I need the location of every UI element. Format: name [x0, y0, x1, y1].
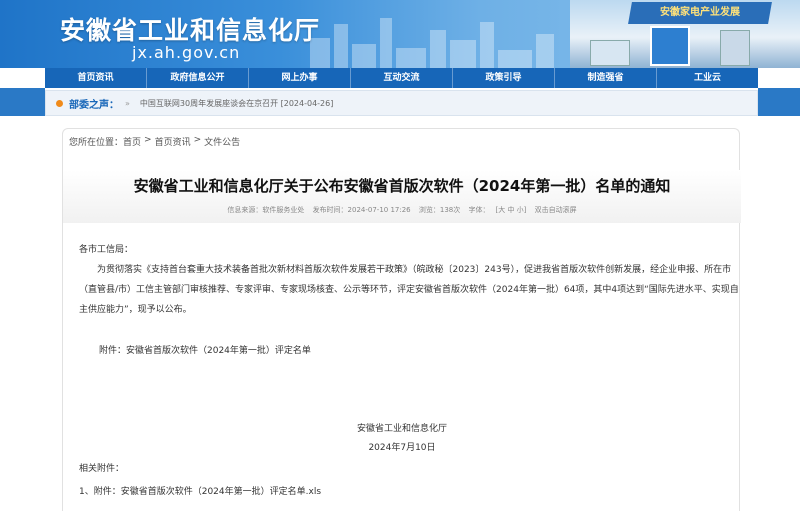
header-banner: 安徽家电产业发展 安徽省工业和信息化厅 jx.ah.gov.cn — [0, 0, 800, 68]
expo-sign: 安徽家电产业发展 — [628, 2, 772, 24]
article-paragraph: 为贯彻落实《支持首台套重大技术装备首批次新材料首版次软件发展若干政策》（皖政秘〔… — [79, 265, 739, 315]
salutation: 各市工信局： — [79, 245, 134, 255]
nav-item-manufacturing[interactable]: 制造强省 — [555, 68, 657, 88]
breadcrumb-prefix: 您所在位置： — [69, 138, 124, 148]
side-strip-left — [0, 88, 45, 116]
expo-photo: 安徽家电产业发展 — [570, 0, 800, 68]
article-meta: 信息来源：软件服务业处 发布时间：2024-07-10 17:26 浏览：138… — [63, 205, 741, 215]
breadcrumb-home[interactable]: 首页 — [123, 135, 141, 148]
meta-views: 浏览：138次 — [418, 206, 461, 214]
breadcrumb: 您所在位置： 首页 > 首页资讯 > 文件公告 — [69, 135, 240, 148]
breadcrumb-news[interactable]: 首页资讯 — [155, 135, 191, 148]
meta-date: 发布时间：2024-07-10 17:26 — [312, 206, 411, 214]
chevron-right-icon: > — [193, 135, 202, 145]
related-attachments-label: 相关附件： — [79, 464, 125, 474]
font-size-switcher[interactable]: [大 中 小] — [496, 206, 527, 214]
ticker-news-link[interactable]: 中国互联网30周年发展座谈会在京召开 [2024-04-26] — [140, 98, 333, 109]
auto-scroll-toggle[interactable]: 双击自动滚屏 — [535, 206, 577, 214]
double-arrow-icon: » — [125, 98, 130, 108]
bullet-icon — [56, 99, 63, 107]
page-title: 安徽省工业和信息化厅关于公布安徽省首版次软件（2024年第一批）名单的通知 — [133, 177, 671, 195]
meta-font-label: 字体： — [468, 206, 490, 214]
ministry-ticker: 部委之声： » 中国互联网30周年发展座谈会在京召开 [2024-04-26] — [45, 90, 758, 116]
nav-item-interaction[interactable]: 互动交流 — [351, 68, 453, 88]
skyline-graphic — [300, 14, 600, 68]
main-nav: 首页资讯 政府信息公开 网上办事 互动交流 政策引导 制造强省 工业云 — [45, 68, 758, 88]
nav-item-online-service[interactable]: 网上办事 — [249, 68, 351, 88]
nav-item-home-news[interactable]: 首页资讯 — [45, 68, 147, 88]
side-strip-right — [758, 88, 800, 116]
breadcrumb-announcements[interactable]: 文件公告 — [204, 135, 240, 148]
chevron-right-icon: > — [144, 135, 152, 145]
nav-item-policy[interactable]: 政策引导 — [453, 68, 555, 88]
attachment-file-link[interactable]: 1、附件：安徽省首版次软件（2024年第一批）评定名单.xls — [79, 482, 321, 502]
site-domain: jx.ah.gov.cn — [132, 43, 241, 62]
signer: 安徽省工业和信息化厅 — [356, 424, 447, 434]
sign-date: 2024年7月10日 — [368, 443, 436, 453]
attachment-note: 附件：安徽省首版次软件（2024年第一批）评定名单 — [99, 346, 311, 356]
article-card: 您所在位置： 首页 > 首页资讯 > 文件公告 安徽省工业和信息化厅关于公布安徽… — [62, 128, 741, 511]
ticker-label: 部委之声： — [69, 99, 119, 111]
meta-source: 信息来源：软件服务业处 — [227, 206, 305, 214]
nav-item-industry-cloud[interactable]: 工业云 — [657, 68, 758, 88]
site-title[interactable]: 安徽省工业和信息化厅 — [60, 11, 320, 47]
nav-item-gov-info[interactable]: 政府信息公开 — [147, 68, 249, 88]
